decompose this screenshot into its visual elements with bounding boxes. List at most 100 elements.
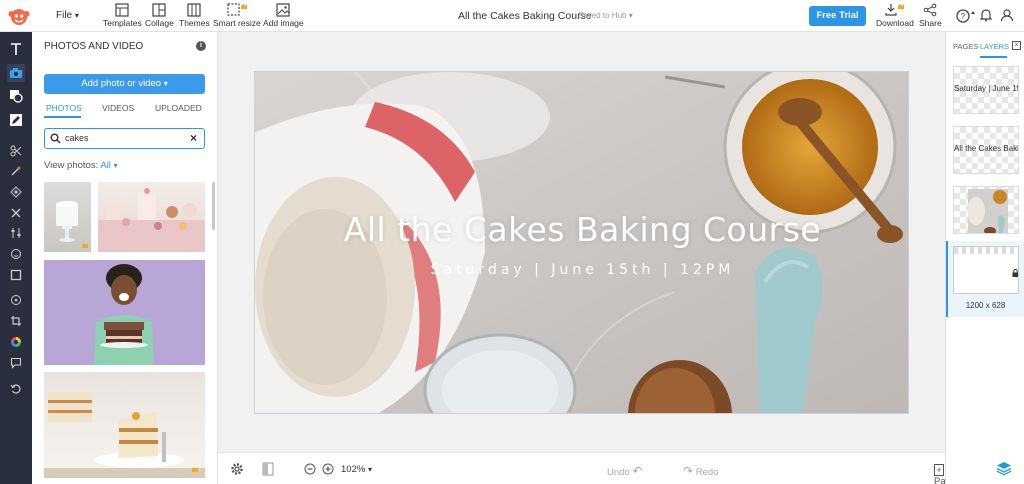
help-button[interactable]: ?	[956, 8, 978, 27]
add-image-button[interactable]: Add image	[263, 3, 304, 28]
share-button[interactable]: Share	[919, 3, 942, 28]
camera-icon	[10, 68, 22, 78]
notifications-button[interactable]	[979, 8, 993, 25]
photo-thumbnail[interactable]	[44, 260, 205, 365]
active-tab-indicator	[980, 56, 1007, 58]
zoom-out-icon[interactable]	[304, 463, 316, 475]
rail-color-button[interactable]	[7, 333, 25, 351]
bell-icon	[979, 9, 993, 22]
rail-comments-button[interactable]	[7, 354, 25, 372]
tab-videos[interactable]: VIDEOS	[102, 103, 134, 113]
layers-toggle-button[interactable]	[996, 460, 1012, 479]
canvas-subtitle-text[interactable]: Saturday | June 15th | 12PM	[255, 262, 908, 278]
photos-panel: PHOTOS AND VIDEO i Add photo or video ▾ …	[32, 32, 218, 484]
rail-photos-button[interactable]	[7, 64, 25, 82]
color-wheel-icon	[11, 337, 21, 347]
zoom-in-icon[interactable]	[322, 463, 334, 475]
layer-item-background[interactable]	[953, 246, 1019, 294]
info-icon[interactable]: i	[196, 41, 206, 51]
chevron-down-icon: ▾	[113, 161, 118, 170]
rail-draw-button[interactable]	[7, 111, 25, 129]
view-photos-label: View photos:	[44, 160, 99, 171]
tab-photos[interactable]: PHOTOS	[46, 103, 82, 113]
themes-button[interactable]: Themes	[179, 3, 210, 28]
cake-photo	[56, 201, 88, 248]
document-title[interactable]: All the Cakes Baking Course	[458, 10, 592, 22]
smart-resize-label: Smart resize	[213, 18, 261, 28]
rail-touchup-button[interactable]	[7, 245, 25, 263]
add-image-label: Add image	[263, 18, 304, 28]
undo-button[interactable]: Undo ↶	[607, 464, 642, 478]
add-photo-button[interactable]: Add photo or video ▾	[44, 74, 205, 94]
rail-crop-button[interactable]	[7, 312, 25, 330]
canvas-title-text[interactable]: All the Cakes Baking Course	[255, 210, 908, 249]
undo-icon: ↶	[632, 464, 643, 478]
photo-thumbnail[interactable]	[44, 372, 205, 478]
svg-text:?: ?	[961, 12, 966, 21]
picmonkey-logo-icon[interactable]	[8, 5, 30, 27]
saved-status-label: Saved to Hub	[578, 11, 627, 20]
move-icon	[11, 295, 21, 305]
rail-effects-button[interactable]	[7, 162, 25, 180]
layer-item[interactable]: Saturday | June 15th | 12PM	[953, 66, 1019, 114]
layer-item[interactable]	[953, 186, 1019, 234]
tab-uploaded[interactable]: UPLOADED	[155, 103, 202, 113]
search-input[interactable]: cakes ×	[44, 128, 205, 149]
sliders-icon	[11, 228, 21, 238]
rail-graphics-button[interactable]	[7, 87, 25, 105]
close-panel-icon[interactable]: ×	[1012, 41, 1021, 50]
premium-crown-icon	[82, 243, 88, 248]
rail-history-button[interactable]	[7, 380, 25, 398]
rail-adjust-button[interactable]	[7, 224, 25, 242]
smart-resize-button[interactable]: Smart resize	[213, 3, 261, 28]
rail-frames-button[interactable]	[7, 266, 25, 284]
search-value: cakes	[65, 133, 89, 143]
download-button[interactable]: Download	[876, 3, 914, 28]
redo-label: Redo	[695, 467, 719, 478]
dessert-table-photo	[98, 188, 205, 252]
tab-pages[interactable]: PAGES	[953, 42, 978, 51]
share-icon	[924, 3, 937, 17]
redo-button[interactable]: ↷ Redo	[683, 464, 718, 478]
clear-search-icon[interactable]: ×	[190, 131, 197, 145]
rail-tools-button[interactable]	[7, 204, 25, 222]
file-menu[interactable]: File ▾	[56, 10, 79, 21]
comment-icon	[10, 357, 22, 369]
photo-thumbnail[interactable]	[98, 182, 205, 252]
lock-icon[interactable]	[1012, 269, 1019, 277]
chevron-down-icon: ▾	[628, 11, 633, 20]
templates-icon	[115, 3, 129, 17]
rail-textures-button[interactable]	[7, 183, 25, 201]
view-photos-filter[interactable]: View photos: All ▾	[44, 160, 118, 171]
photo-thumbnail[interactable]	[44, 182, 91, 252]
scissors-icon	[10, 145, 22, 157]
layer-label: Saturday | June 15th | 12PM	[954, 84, 1018, 93]
face-icon	[11, 249, 21, 259]
view-photos-value: All	[100, 160, 111, 171]
rail-cut-button[interactable]	[7, 142, 25, 160]
redo-icon: ↷	[683, 464, 694, 478]
templates-button[interactable]: Templates	[103, 3, 142, 28]
crop-icon	[11, 316, 21, 326]
free-trial-button[interactable]: Free Trial	[809, 6, 866, 26]
canvas-area: All the Cakes Baking Course Saturday | J…	[218, 32, 945, 452]
share-label: Share	[919, 18, 942, 28]
zoom-level[interactable]: 102% ▾	[341, 464, 372, 475]
collage-button[interactable]: Collage	[145, 3, 174, 28]
collage-label: Collage	[145, 18, 174, 28]
chevron-down-icon: ▾	[367, 465, 372, 474]
layer-photo-thumbnail	[968, 189, 1008, 233]
saved-status[interactable]: Saved to Hub ▾	[578, 11, 633, 20]
compare-icon[interactable]	[262, 462, 274, 476]
design-canvas[interactable]: All the Cakes Baking Course Saturday | J…	[254, 71, 909, 414]
settings-gear-icon[interactable]	[230, 462, 244, 476]
layer-item[interactable]: All the Cakes Baking Course	[953, 126, 1019, 174]
graphics-icon	[10, 90, 23, 103]
rail-text-button[interactable]	[7, 40, 25, 58]
user-icon	[1000, 9, 1014, 22]
tab-layers[interactable]: LAYERS	[980, 42, 1009, 51]
account-button[interactable]	[1000, 8, 1014, 25]
rail-position-button[interactable]	[7, 291, 25, 309]
panel-scrollbar[interactable]	[212, 182, 215, 230]
search-icon	[50, 133, 61, 144]
